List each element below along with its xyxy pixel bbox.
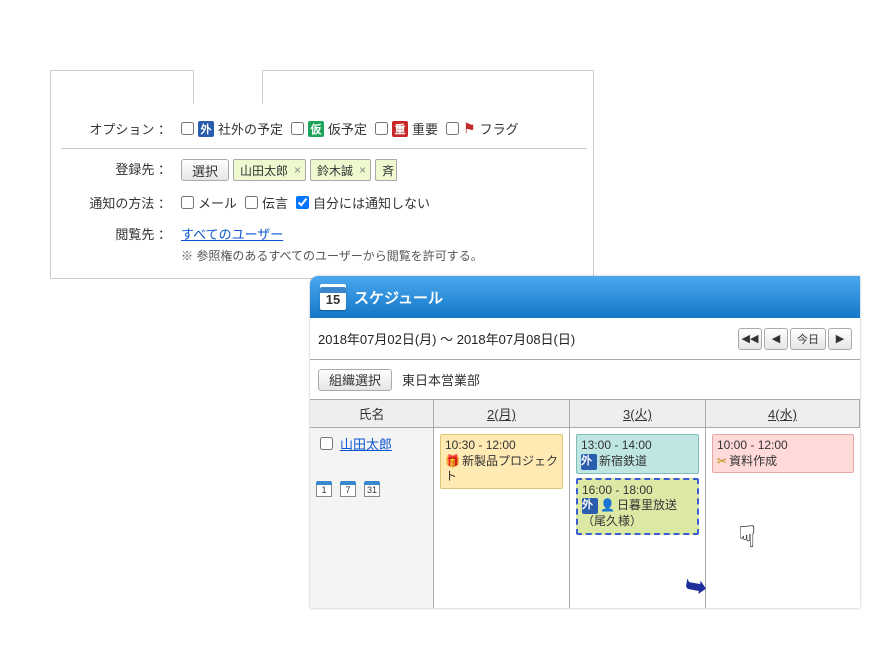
- view-icons: 1 7 31: [316, 481, 427, 497]
- all-users-link[interactable]: すべてのユーザー: [181, 227, 283, 242]
- col-head-d4[interactable]: 4(水): [706, 400, 860, 428]
- select-button[interactable]: 選択: [181, 159, 229, 181]
- important-badge-icon: 重: [392, 121, 408, 137]
- scissors-icon: ✂: [717, 454, 727, 470]
- schedule-window: 15 スケジュール 2018年07月02日(月) ～ 2018年07月08日(日…: [310, 276, 860, 608]
- tentative-badge-icon: 仮: [308, 121, 324, 137]
- external-badge-icon: 外: [581, 454, 597, 470]
- row-viewers: 閲覧先 ： すべてのユーザー ※ 参照権のあるすべてのユーザーから閲覧を許可する…: [61, 218, 587, 270]
- cell-d3: 13:00 - 14:00 外新宿鉄道 16:00 - 18:00 外👤日暮里放…: [570, 428, 706, 608]
- user-checkbox[interactable]: [320, 437, 333, 450]
- toolbar: 2018年07月02日(月) ～ 2018年07月08日(日) ◀◀ ◀ 今日 …: [310, 318, 860, 360]
- label-options: オプション ：: [61, 119, 181, 138]
- notify-message[interactable]: 伝言: [245, 193, 288, 212]
- label-register: 登録先 ：: [61, 159, 181, 178]
- nav-first-button[interactable]: ◀◀: [738, 328, 762, 350]
- row-options: オプション ： 外社外の予定 仮仮予定 重重要 ⚑フラグ: [61, 113, 587, 144]
- options-panel: オプション ： 外社外の予定 仮仮予定 重重要 ⚑フラグ 登録先 ： 選択 山田…: [50, 70, 594, 279]
- title-bar: 15 スケジュール: [310, 276, 860, 318]
- event-nippori-dragging[interactable]: 16:00 - 18:00 外👤日暮里放送（尾久様）: [576, 478, 699, 535]
- opt-flag[interactable]: ⚑フラグ: [446, 119, 519, 138]
- tab-strip: [51, 71, 593, 105]
- date-range: 2018年07月02日(月) ～ 2018年07月08日(日): [318, 329, 575, 348]
- label-viewers: 閲覧先 ：: [61, 224, 181, 243]
- col-head-name: 氏名: [310, 400, 434, 428]
- month-view-icon[interactable]: 31: [364, 481, 380, 497]
- event-shinjuku[interactable]: 13:00 - 14:00 外新宿鉄道: [576, 434, 699, 474]
- org-select-button[interactable]: 組織選択: [318, 369, 392, 391]
- org-bar: 組織選択 東日本営業部: [310, 360, 860, 400]
- nav-next-button[interactable]: ▶: [828, 328, 852, 350]
- nav-prev-button[interactable]: ◀: [764, 328, 788, 350]
- notify-no-self[interactable]: 自分には通知しない: [296, 193, 430, 212]
- col-head-d3[interactable]: 3(火): [570, 400, 706, 428]
- flag-icon: ⚑: [463, 120, 476, 137]
- window-title: スケジュール: [354, 287, 443, 308]
- assignee-pill-2[interactable]: 斉: [375, 159, 397, 181]
- remove-icon[interactable]: ×: [359, 163, 366, 177]
- gift-icon: 🎁: [445, 454, 460, 470]
- viewers-note: ※ 参照権のあるすべてのユーザーから閲覧を許可する。: [181, 247, 587, 264]
- user-link[interactable]: 山田太郎: [340, 434, 392, 453]
- week-view-icon[interactable]: 7: [340, 481, 356, 497]
- opt-external[interactable]: 外社外の予定: [181, 119, 283, 138]
- external-badge-icon: 外: [582, 498, 598, 514]
- row-notify: 通知の方法 ： メール 伝言 自分には通知しない: [61, 187, 587, 218]
- event-project[interactable]: 10:30 - 12:00 🎁新製品プロジェクト: [440, 434, 563, 489]
- opt-important[interactable]: 重重要: [375, 119, 438, 138]
- grid: 氏名 2(月) 3(火) 4(水) 山田太郎 1 7 31 10:30 - 12…: [310, 400, 860, 608]
- nav-today-button[interactable]: 今日: [790, 328, 826, 350]
- org-name: 東日本営業部: [402, 370, 480, 389]
- notify-mail[interactable]: メール: [181, 193, 237, 212]
- event-docs[interactable]: 10:00 - 12:00 ✂資料作成: [712, 434, 854, 473]
- active-tab[interactable]: [193, 70, 263, 104]
- name-cell: 山田太郎 1 7 31: [310, 428, 434, 608]
- external-badge-icon: 外: [198, 121, 214, 137]
- row-register: 登録先 ： 選択 山田太郎× 鈴木誠× 斉: [61, 153, 587, 187]
- opt-tentative[interactable]: 仮仮予定: [291, 119, 367, 138]
- cell-d2: 10:30 - 12:00 🎁新製品プロジェクト: [434, 428, 570, 608]
- person-icon: 👤: [600, 498, 615, 514]
- col-head-d2[interactable]: 2(月): [434, 400, 570, 428]
- label-notify: 通知の方法 ：: [61, 193, 181, 212]
- calendar-icon: 15: [320, 284, 346, 310]
- remove-icon[interactable]: ×: [294, 163, 301, 177]
- assignee-pill-0[interactable]: 山田太郎×: [233, 159, 306, 181]
- assignee-pill-1[interactable]: 鈴木誠×: [310, 159, 371, 181]
- day-view-icon[interactable]: 1: [316, 481, 332, 497]
- cell-d4: 10:00 - 12:00 ✂資料作成: [706, 428, 860, 608]
